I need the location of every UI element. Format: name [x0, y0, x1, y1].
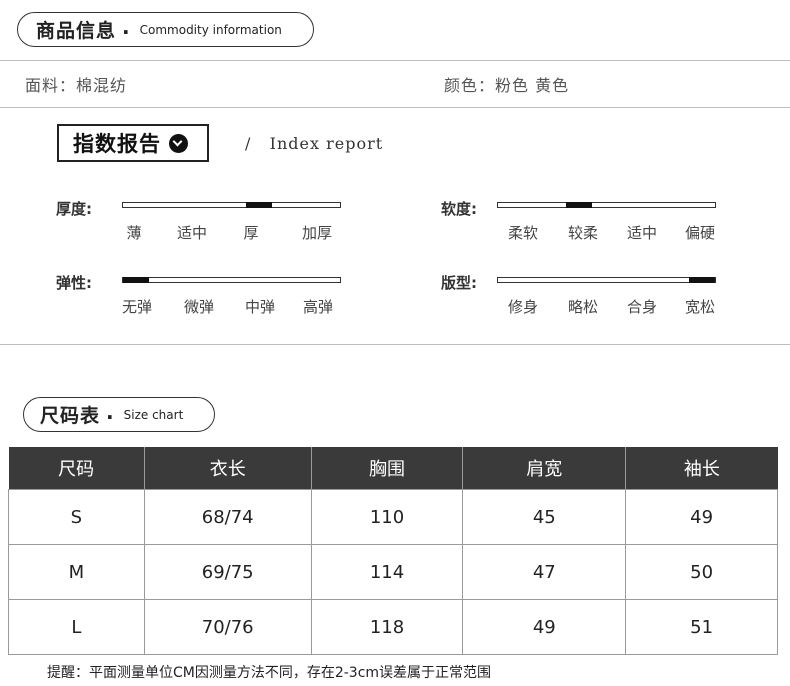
- divider: [0, 344, 790, 345]
- size-table: 尺码 衣长 胸围 肩宽 袖长 S 68/74 110 45 49 M 69/75…: [8, 447, 778, 655]
- scale-option: 偏硬: [684, 224, 715, 242]
- scale-option: 较柔: [567, 224, 598, 242]
- scale-option: 中弹: [244, 298, 275, 316]
- table-cell: 114: [310, 544, 464, 600]
- scale-option: 加厚: [301, 224, 332, 242]
- size-chart-title: 尺码表: [40, 405, 101, 427]
- scale-label-thickness: 厚度:: [56, 200, 92, 218]
- scale-bar-fit: [497, 277, 716, 283]
- scale-marker: [245, 202, 272, 208]
- table-cell: 51: [625, 599, 778, 655]
- commodity-info-header: 商品信息 . Commodity information: [17, 12, 314, 47]
- scale-option: 修身: [507, 298, 538, 316]
- measurement-note: 提醒：平面测量单位CM因测量方法不同，存在2-3cm误差属于正常范围: [47, 665, 492, 681]
- commodity-title: 商品信息: [36, 20, 117, 42]
- index-slash: /: [245, 134, 252, 153]
- table-cell: 49: [625, 489, 778, 545]
- divider: [0, 107, 790, 108]
- scale-option: 合身: [626, 298, 657, 316]
- scale-bar-thickness: [122, 202, 341, 208]
- fabric-material: 面料：棉混纺: [25, 76, 128, 95]
- table-cell: S: [8, 489, 145, 545]
- chevron-down-icon: [169, 133, 188, 153]
- scale-option: 适中: [176, 224, 207, 242]
- table-cell: 47: [462, 544, 627, 600]
- fabric-colors: 颜色：粉色 黄色: [444, 76, 570, 95]
- column-header: 袖长: [625, 447, 778, 490]
- table-cell: 50: [625, 544, 778, 600]
- scale-option: 略松: [567, 298, 598, 316]
- scale-label-elasticity: 弹性:: [56, 274, 92, 292]
- index-report-box: 指数报告: [57, 124, 209, 162]
- scale-option: 厚: [243, 224, 259, 242]
- table-cell: L: [8, 599, 145, 655]
- scale-option: 柔软: [507, 224, 538, 242]
- column-header: 尺码: [8, 447, 145, 490]
- table-cell: 110: [310, 489, 464, 545]
- index-subtitle: / Index report: [245, 134, 383, 153]
- scale-option: 高弹: [302, 298, 333, 316]
- column-header: 胸围: [310, 447, 463, 490]
- index-subtitle-text: Index report: [269, 134, 384, 153]
- table-header-row: 尺码 衣长 胸围 肩宽 袖长: [8, 447, 778, 490]
- scale-bar-softness: [497, 202, 716, 208]
- size-chart-subtitle: Size chart: [123, 407, 184, 422]
- header-dot: .: [106, 399, 114, 424]
- table-row: M 69/75 114 47 50: [8, 544, 778, 600]
- scale-bar-elasticity: [122, 277, 341, 283]
- scale-marker: [689, 277, 715, 283]
- table-cell: 49: [462, 599, 627, 655]
- scale-option: 宽松: [684, 298, 715, 316]
- table-cell: M: [8, 544, 145, 600]
- scale-option: 无弹: [121, 298, 152, 316]
- scale-option: 适中: [626, 224, 657, 242]
- scale-option: 薄: [126, 224, 142, 242]
- scale-label-fit: 版型:: [441, 274, 477, 292]
- scale-option: 微弹: [183, 298, 214, 316]
- table-row: L 70/76 118 49 51: [8, 599, 778, 655]
- scale-label-softness: 软度:: [441, 200, 477, 218]
- scale-marker: [123, 277, 149, 283]
- divider: [0, 60, 790, 61]
- table-cell: 70/76: [143, 599, 312, 655]
- table-cell: 45: [462, 489, 627, 545]
- table-row: S 68/74 110 45 49: [8, 489, 778, 545]
- table-cell: 68/74: [143, 489, 312, 545]
- index-title: 指数报告: [73, 132, 161, 156]
- column-header: 衣长: [143, 447, 312, 490]
- table-cell: 69/75: [143, 544, 312, 600]
- commodity-subtitle: Commodity information: [139, 22, 282, 37]
- table-cell: 118: [310, 599, 464, 655]
- scale-marker: [566, 202, 593, 208]
- size-chart-header: 尺码表 . Size chart: [23, 397, 215, 432]
- header-dot: .: [122, 14, 130, 39]
- column-header: 肩宽: [462, 447, 626, 490]
